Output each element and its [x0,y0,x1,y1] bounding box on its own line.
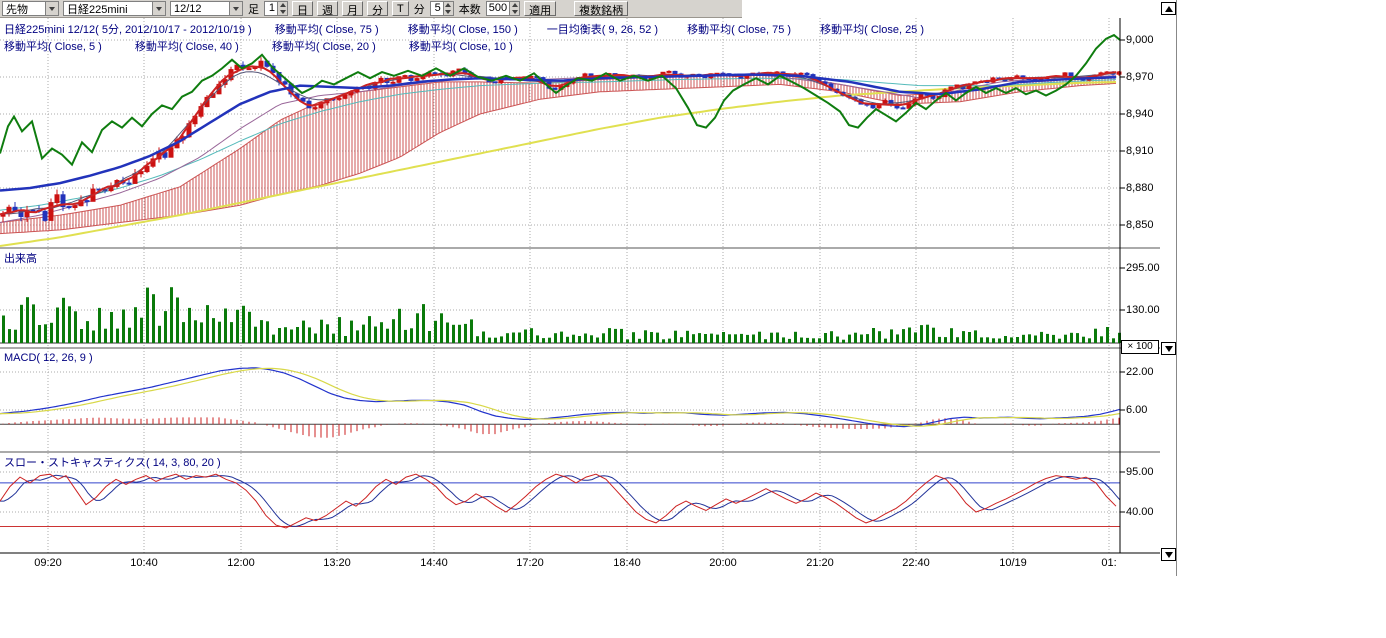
panel-scroll-button[interactable] [1161,342,1176,355]
triangle-up-icon [1165,6,1173,12]
y-axis-label: 8,970 [1126,71,1154,83]
x-axis-label: 22:40 [894,557,938,569]
legend-item: 移動平均( Close, 40 ) [135,41,239,53]
bar-type-label: 足 [247,1,260,17]
x-axis: 09:20 10:40 12:00 13:20 14:40 17:20 18:40 20:00… [0,557,1124,572]
symbol-select[interactable]: 日経225mini [63,1,166,16]
spinner-down-icon [512,10,518,14]
chart-legend-row1: 日経225mini 12/12( 5分, 2012/10/17 - 2012/1… [4,21,950,37]
y-axis-label: 130.00 [1126,304,1160,316]
x-axis-label: 01: [1087,557,1124,569]
spinner-up-icon [280,3,286,7]
instrument-type-value: 先物 [3,1,45,17]
x-axis-label: 18:40 [605,557,649,569]
chevron-down-icon [156,7,162,11]
x-axis-label: 21:20 [798,557,842,569]
bars-count-label: 本数 [458,1,482,17]
x-axis-label: 09:20 [26,557,70,569]
legend-item: 移動平均( Close, 150 ) [408,24,518,36]
period-day-button[interactable]: 日 [292,1,313,16]
legend-item: 移動平均( Close, 75 ) [687,24,791,36]
stepper-arrows[interactable] [509,2,519,15]
scroll-up-button[interactable] [1161,2,1176,15]
x-axis-label: 20:00 [701,557,745,569]
toolbar: 先物 日経225mini 12/12 足 1 日 週 月 分 T 分 5 [0,0,742,18]
interval-stepper[interactable]: 1 [264,1,288,16]
legend-item: 移動平均( Close, 10 ) [409,41,513,53]
legend-item: 移動平均( Close, 20 ) [272,41,376,53]
spinner-up-icon [512,3,518,7]
spinner-down-icon [445,10,451,14]
apply-button[interactable]: 適用 [524,1,556,16]
bars-count-value: 500 [487,2,509,15]
period-week-button[interactable]: 週 [317,1,338,16]
y-axis-label: 95.00 [1126,466,1154,478]
spinner-up-icon [445,3,451,7]
triangle-down-icon [1165,552,1173,558]
contract-month-value: 12/12 [171,3,229,15]
x-axis-label: 13:20 [315,557,359,569]
spinner-down-icon [280,10,286,14]
y-axis-label: 8,940 [1126,108,1154,120]
x-axis-label: 10/19 [991,557,1035,569]
y-axis-label: 22.00 [1126,366,1154,378]
minute-value: 5 [431,2,443,15]
x-axis-label: 12:00 [219,557,263,569]
x-axis-label: 14:40 [412,557,456,569]
minute-stepper[interactable]: 5 [430,1,454,16]
dropdown-arrow-button[interactable] [229,2,242,15]
period-tick-button[interactable]: T [392,1,409,16]
contract-month-select[interactable]: 12/12 [170,1,243,16]
multi-symbol-button[interactable]: 複数銘柄 [574,1,628,16]
chart-legend-row2: 移動平均( Close, 5 ) 移動平均( Close, 40 ) 移動平均(… [4,38,543,54]
bars-count-stepper[interactable]: 500 [486,1,520,16]
volume-panel-title: 出来高 [4,250,37,266]
dropdown-arrow-button[interactable] [152,2,165,15]
y-axis-label: 9,000 [1126,34,1154,46]
y-axis-label: 8,910 [1126,145,1154,157]
scroll-down-button[interactable] [1161,548,1176,561]
chart-canvas[interactable] [0,18,1160,555]
volume-multiplier-badge: × 100 [1121,340,1159,354]
minute-label: 分 [413,1,426,17]
y-axis-label: 40.00 [1126,506,1154,518]
chevron-down-icon [49,7,55,11]
period-minute-button[interactable]: 分 [367,1,388,16]
period-month-button[interactable]: 月 [342,1,363,16]
y-axis-label: 6.00 [1126,404,1147,416]
symbol-value: 日経225mini [64,1,152,17]
dropdown-arrow-button[interactable] [45,2,58,15]
interval-value: 1 [265,2,277,15]
chart-title: 日経225mini 12/12( 5分, 2012/10/17 - 2012/1… [4,24,252,36]
chevron-down-icon [233,7,239,11]
trading-app-window: 先物 日経225mini 12/12 足 1 日 週 月 分 T 分 5 [0,0,1386,638]
legend-item: 移動平均( Close, 25 ) [820,24,924,36]
stepper-arrows[interactable] [277,2,287,15]
y-axis-label: 8,880 [1126,182,1154,194]
triangle-down-icon [1165,346,1173,352]
instrument-type-select[interactable]: 先物 [2,1,59,16]
legend-item: 一目均衡表( 9, 26, 52 ) [547,24,658,36]
legend-item: 移動平均( Close, 5 ) [4,41,102,53]
window-right-border [1176,0,1177,576]
stepper-arrows[interactable] [443,2,453,15]
macd-panel-title: MACD( 12, 26, 9 ) [4,352,93,364]
x-axis-label: 17:20 [508,557,552,569]
y-axis-label: 295.00 [1126,262,1160,274]
legend-item: 移動平均( Close, 75 ) [275,24,379,36]
x-axis-label: 10:40 [122,557,166,569]
stoch-panel-title: スロー・ストキャスティクス( 14, 3, 80, 20 ) [4,454,221,470]
y-axis-label: 8,850 [1126,219,1154,231]
